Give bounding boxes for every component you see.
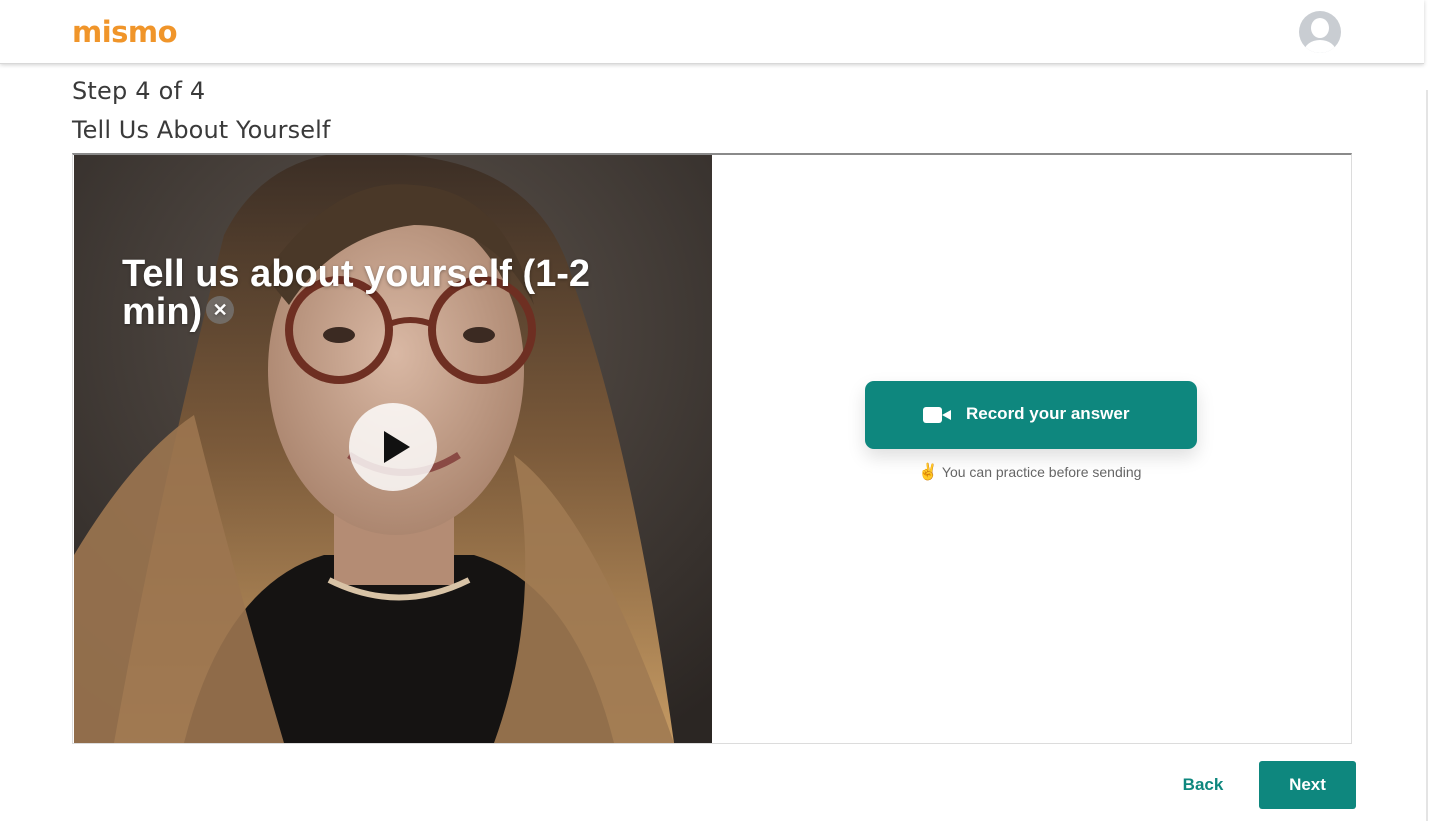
step-counter: Step 4 of 4 (72, 77, 206, 105)
question-video-player[interactable]: Tell us about yourself (1-2 min) ✕ (74, 155, 712, 743)
video-question-label: Tell us about yourself (1-2 min) (122, 253, 591, 333)
back-button[interactable]: Back (1166, 773, 1240, 797)
practice-hint: ✌ You can practice before sending (918, 462, 1141, 483)
play-icon (384, 431, 410, 463)
mismo-logo[interactable]: mismo (72, 12, 178, 52)
scrollbar-track[interactable] (1426, 90, 1428, 821)
close-icon[interactable]: ✕ (206, 295, 235, 324)
victory-hand-icon: ✌ (918, 464, 938, 481)
video-question-text: Tell us about yourself (1-2 min) ✕ (122, 255, 642, 331)
camera-lens-shape (942, 410, 951, 420)
practice-hint-text: You can practice before sending (941, 464, 1142, 480)
avatar-head-shape (1311, 18, 1329, 38)
record-answer-label: Record your answer (966, 404, 1130, 423)
video-camera-icon (923, 407, 951, 423)
next-button[interactable]: Next (1259, 761, 1356, 809)
top-navigation-bar: mismo (0, 0, 1424, 64)
play-button[interactable] (349, 403, 437, 491)
camera-body-shape (923, 407, 942, 423)
page-title: Tell Us About Yourself (72, 116, 331, 144)
record-answer-button[interactable]: Record your answer (865, 381, 1197, 449)
user-avatar-icon[interactable] (1299, 11, 1341, 53)
avatar-body-shape (1304, 40, 1336, 53)
